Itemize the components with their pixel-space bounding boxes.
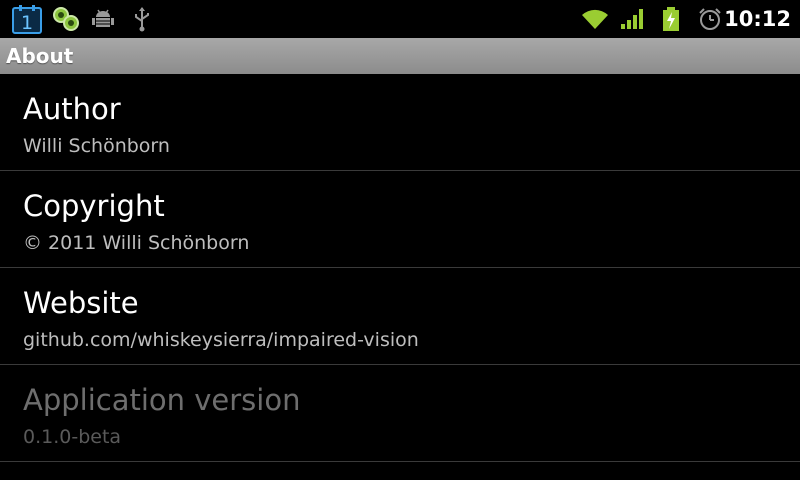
- status-bar[interactable]: 1 10:12: [0, 0, 800, 38]
- preference-list: Author Willi Schönborn Copyright © 2011 …: [0, 74, 800, 462]
- preference-item-website[interactable]: Website github.com/whiskeysierra/impaire…: [0, 268, 800, 365]
- android-debug-icon: [90, 0, 116, 38]
- title-bar: About: [0, 38, 800, 74]
- page-title: About: [6, 44, 74, 68]
- wifi-icon: [580, 0, 610, 38]
- chat-icon: [52, 0, 80, 38]
- calendar-notification-icon: 1: [10, 0, 44, 38]
- preference-item-copyright[interactable]: Copyright © 2011 Willi Schönborn: [0, 171, 800, 268]
- preference-summary: github.com/whiskeysierra/impaired-vision: [23, 329, 419, 351]
- status-clock: 10:12: [724, 7, 791, 31]
- preference-summary: © 2011 Willi Schönborn: [23, 232, 250, 254]
- preference-title: Application version: [23, 383, 301, 417]
- preference-summary: 0.1.0-beta: [23, 426, 122, 448]
- preference-title: Author: [23, 92, 121, 126]
- battery-charging-icon: [660, 0, 682, 38]
- alarm-icon: [697, 0, 723, 38]
- preference-title: Website: [23, 286, 139, 320]
- preference-item-author[interactable]: Author Willi Schönborn: [0, 74, 800, 171]
- usb-icon: [132, 0, 152, 38]
- preference-summary: Willi Schönborn: [23, 135, 170, 157]
- signal-icon: [620, 0, 646, 38]
- preference-title: Copyright: [23, 189, 165, 223]
- notification-count: 1: [21, 12, 33, 34]
- preference-item-application-version: Application version 0.1.0-beta: [0, 365, 800, 462]
